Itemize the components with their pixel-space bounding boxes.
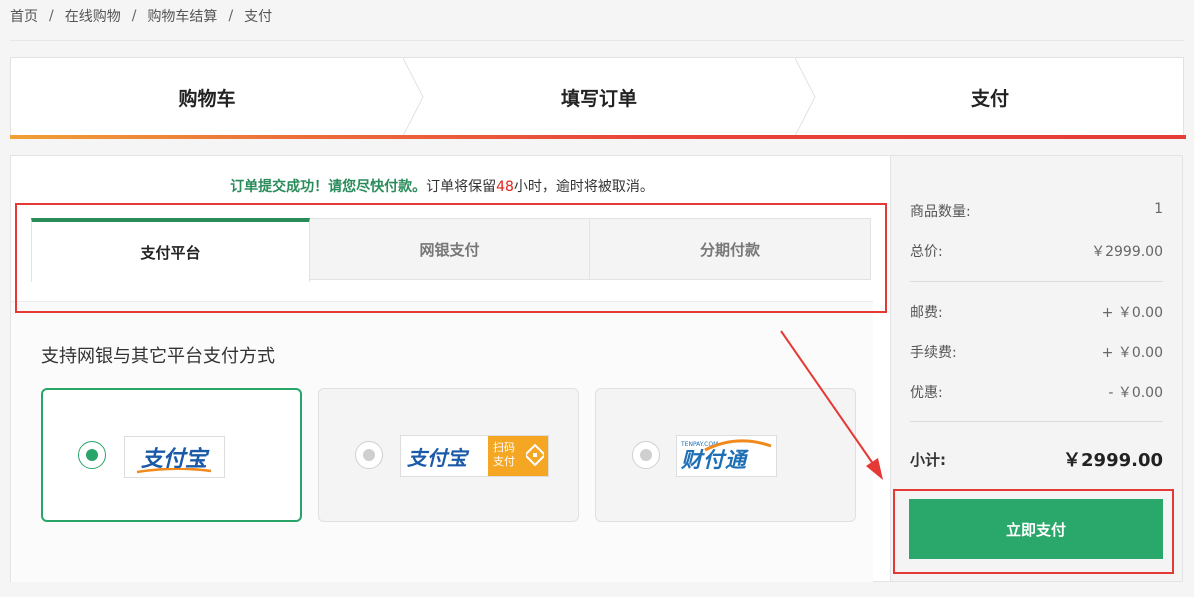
pay-now-button[interactable]: 立即支付 (909, 499, 1163, 559)
breadcrumb-home[interactable]: 首页 (10, 6, 38, 26)
breadcrumb-cart-checkout[interactable]: 购物车结算 (147, 6, 217, 26)
tab-installment[interactable]: 分期付款 (590, 218, 871, 280)
radio-button[interactable] (632, 441, 660, 469)
summary-postage-value: + ￥0.00 (1101, 305, 1163, 321)
summary-quantity-value: 1 (1154, 201, 1163, 217)
summary-fee: 手续费: + ￥0.00 (910, 342, 1163, 362)
summary-postage: 邮费: + ￥0.00 (910, 302, 1163, 322)
tab-payment-platform[interactable]: 支付平台 (31, 218, 310, 282)
tenpay-arc-icon (704, 439, 772, 452)
summary-total: 总价: ￥2999.00 (910, 241, 1163, 261)
platform-option-tenpay[interactable]: TENPAY.COM 财付通 (595, 388, 856, 522)
summary-discount-label: 优惠: (910, 385, 943, 401)
payment-tabs: 支付平台 网银支付 分期付款 (31, 218, 871, 282)
summary-subtotal-value: ￥2999.00 (1063, 450, 1163, 471)
summary-quantity-label: 商品数量: (910, 204, 971, 220)
summary-divider (910, 281, 1163, 282)
payment-methods-area: 支持网银与其它平台支付方式 支付宝 支付宝 扫码 支付 TENPAY.COM 财… (11, 318, 873, 582)
step-pay: 支付 (970, 87, 1009, 110)
summary-postage-label: 邮费: (910, 305, 943, 321)
breadcrumb-divider (10, 40, 1184, 41)
radio-button[interactable] (355, 441, 383, 469)
payment-methods-title: 支持网银与其它平台支付方式 (41, 346, 275, 367)
summary-total-value: ￥2999.00 (1091, 244, 1163, 260)
summary-divider (910, 421, 1163, 422)
platform-option-alipay-scan[interactable]: 支付宝 扫码 支付 (318, 388, 579, 522)
radio-button[interactable] (78, 441, 106, 469)
summary-subtotal-label: 小计: (910, 450, 946, 469)
steps-progress-bar (10, 135, 1186, 139)
breadcrumb-current: 支付 (244, 9, 273, 25)
breadcrumb-separator: / (131, 8, 137, 24)
order-summary: 商品数量: 1 总价: ￥2999.00 邮费: + ￥0.00 手续费: + … (891, 155, 1183, 582)
summary-fee-value: + ￥0.00 (1101, 345, 1163, 361)
tab-online-banking[interactable]: 网银支付 (310, 218, 590, 280)
summary-subtotal: 小计: ￥2999.00 (910, 446, 1163, 472)
alipay-scan-logo: 支付宝 扫码 支付 (400, 435, 549, 477)
summary-quantity: 商品数量: 1 (910, 201, 1163, 221)
breadcrumb-separator: / (228, 8, 234, 24)
step-fill-order: 填写订单 (560, 87, 637, 110)
payment-panel: 订单提交成功！请您尽快付款。订单将保留48小时，逾时将被取消。 支付平台 网银支… (10, 155, 891, 582)
summary-total-label: 总价: (910, 244, 943, 260)
summary-discount-value: - ￥0.00 (1108, 385, 1163, 401)
step-cart: 购物车 (178, 87, 236, 110)
platform-option-alipay[interactable]: 支付宝 (41, 388, 302, 522)
summary-fee-label: 手续费: (910, 345, 957, 361)
tabs-underline (11, 301, 873, 318)
breadcrumb-separator: / (49, 8, 54, 24)
breadcrumb-online-shopping[interactable]: 在线购物 (65, 6, 121, 26)
tenpay-logo: TENPAY.COM 财付通 (676, 435, 777, 477)
payment-tabs-area: 支付平台 网银支付 分期付款 (11, 156, 873, 318)
checkout-steps: 购物车 填写订单 支付 (10, 57, 1186, 139)
breadcrumb: 首页 / 在线购物 / 购物车结算 / 支付 (10, 6, 272, 26)
alipay-swoosh-icon (136, 468, 212, 474)
summary-discount: 优惠: - ￥0.00 (910, 382, 1163, 402)
qr-code-icon (526, 444, 544, 467)
